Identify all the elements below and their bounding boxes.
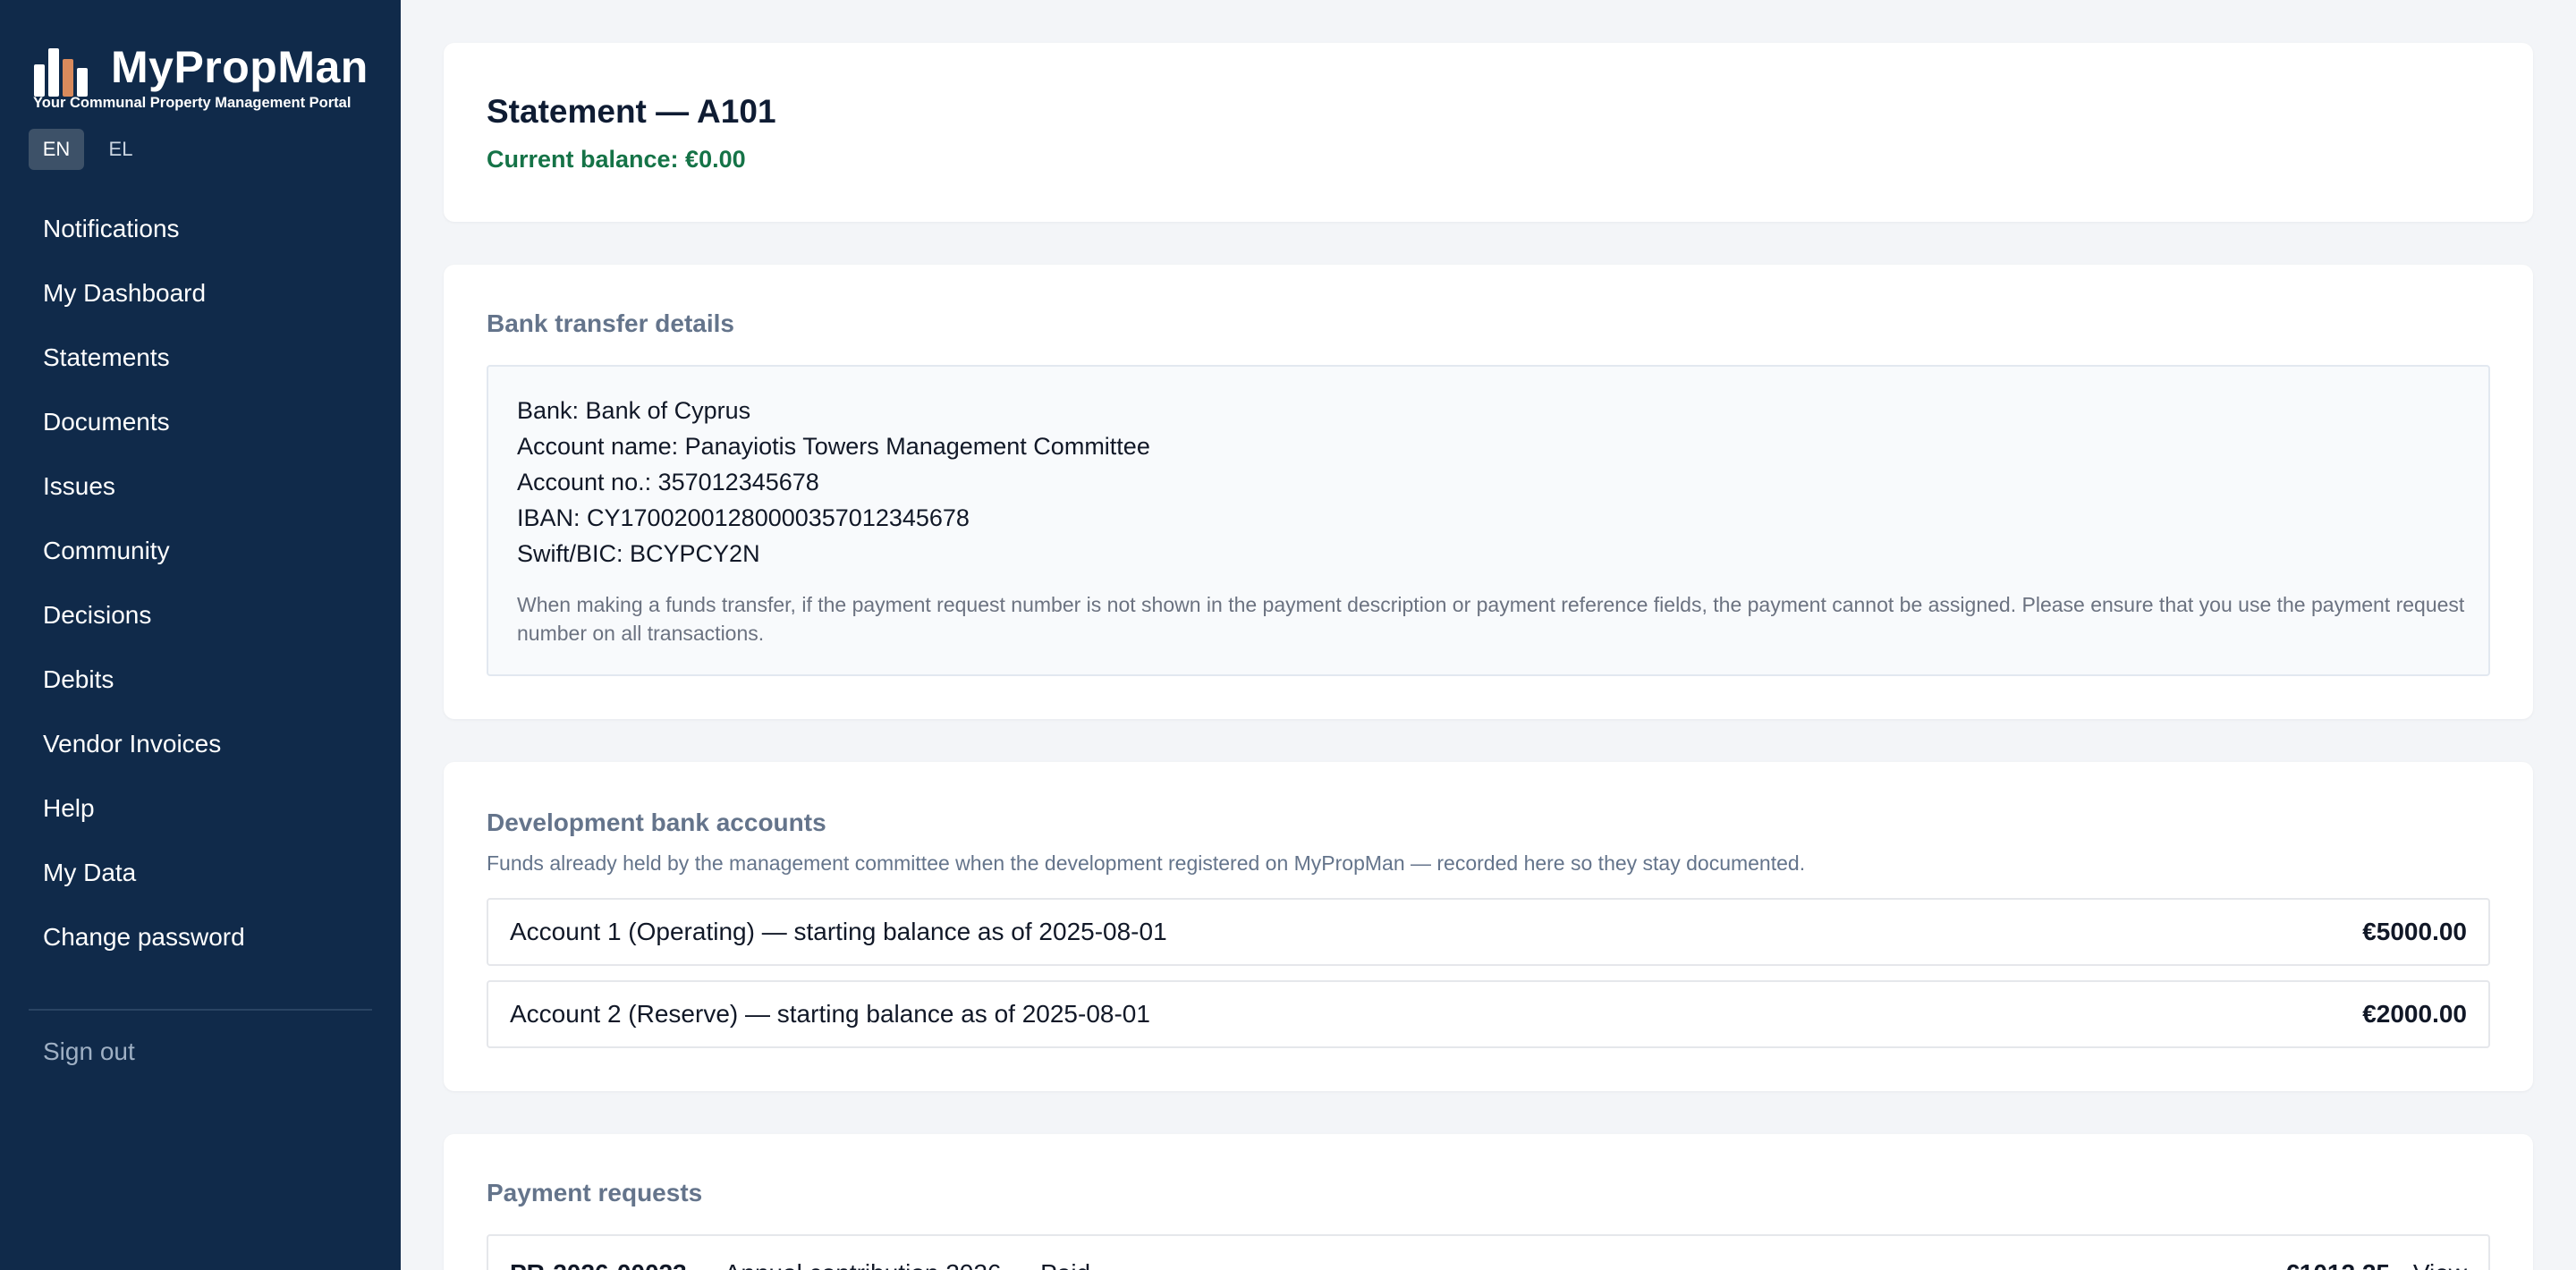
payment-request-view-link[interactable]: View <box>2413 1259 2467 1270</box>
bank-details-box: Bank: Bank of Cyprus Account name: Panay… <box>487 365 2490 676</box>
page-title: Statement — A101 <box>487 93 776 130</box>
payment-request-desc: — Annual contribution 2026 — Paid <box>687 1259 1090 1270</box>
sidebar-item-debits[interactable]: Debits <box>0 648 401 712</box>
brand[interactable]: MyPropMan Your Communal Property Managem… <box>30 41 370 113</box>
development-accounts-heading: Development bank accounts <box>487 809 826 836</box>
bank-swift: Swift/BIC: BCYPCY2N <box>517 540 760 567</box>
bank-transfer-card: Bank transfer details Bank: Bank of Cypr… <box>444 265 2533 719</box>
payment-request-ref: PR-2026-00023 <box>510 1259 687 1270</box>
language-switcher: EN EL <box>29 129 148 170</box>
bank-transfer-heading: Bank transfer details <box>487 309 734 337</box>
statement-card: Statement — A101 Current balance: €0.00 <box>444 43 2533 222</box>
sidebar-nav: Notifications My Dashboard Statements Do… <box>0 197 401 969</box>
payment-request-label: PR-2026-00023 — Annual contribution 2026… <box>510 1259 1090 1270</box>
payment-requests-heading: Payment requests <box>487 1179 703 1206</box>
brand-tagline: Your Communal Property Management Portal <box>33 95 352 111</box>
sidebar-item-my-data[interactable]: My Data <box>0 841 401 905</box>
bank-transfer-note: When making a funds transfer, if the pay… <box>517 593 2465 645</box>
language-el-button[interactable]: EL <box>93 129 148 170</box>
bar-chart-logo-icon <box>34 48 88 97</box>
sidebar-item-documents[interactable]: Documents <box>0 390 401 454</box>
account-row: Account 1 (Operating) — starting balance… <box>487 898 2490 966</box>
account-row: Account 2 (Reserve) — starting balance a… <box>487 980 2490 1048</box>
sidebar-item-notifications[interactable]: Notifications <box>0 197 401 261</box>
sidebar-item-my-dashboard[interactable]: My Dashboard <box>0 261 401 326</box>
sidebar-item-community[interactable]: Community <box>0 519 401 583</box>
language-en-button[interactable]: EN <box>29 129 84 170</box>
development-accounts-subtitle: Funds already held by the management com… <box>487 851 1806 875</box>
account-amount: €5000.00 <box>2362 918 2467 945</box>
brand-name: MyPropMan <box>111 42 369 92</box>
account-label: Account 1 (Operating) — starting balance… <box>510 918 1167 945</box>
sidebar-divider <box>29 1009 372 1011</box>
sidebar-item-vendor-invoices[interactable]: Vendor Invoices <box>0 712 401 776</box>
sidebar: MyPropMan Your Communal Property Managem… <box>0 0 401 1270</box>
payment-requests-card: Payment requests PR-2026-00023 — Annual … <box>444 1134 2533 1270</box>
bank-account-name: Account name: Panayiotis Towers Manageme… <box>517 433 1150 460</box>
account-amount: €2000.00 <box>2362 1000 2467 1028</box>
sign-out-link[interactable]: Sign out <box>43 1037 135 1066</box>
bank-account-number: Account no.: 357012345678 <box>517 469 819 495</box>
current-balance: Current balance: €0.00 <box>487 146 746 173</box>
sidebar-item-decisions[interactable]: Decisions <box>0 583 401 648</box>
bank-iban: IBAN: CY17002001280000357012345678 <box>517 504 970 531</box>
sidebar-item-issues[interactable]: Issues <box>0 454 401 519</box>
sidebar-item-statements[interactable]: Statements <box>0 326 401 390</box>
sidebar-item-change-password[interactable]: Change password <box>0 905 401 969</box>
account-label: Account 2 (Reserve) — starting balance a… <box>510 1000 1150 1028</box>
development-accounts-card: Development bank accounts Funds already … <box>444 762 2533 1091</box>
payment-request-row[interactable]: PR-2026-00023 — Annual contribution 2026… <box>487 1234 2490 1270</box>
sidebar-item-help[interactable]: Help <box>0 776 401 841</box>
payment-request-amount: €1012.25 <box>2285 1259 2390 1270</box>
bank-name: Bank: Bank of Cyprus <box>517 397 751 424</box>
